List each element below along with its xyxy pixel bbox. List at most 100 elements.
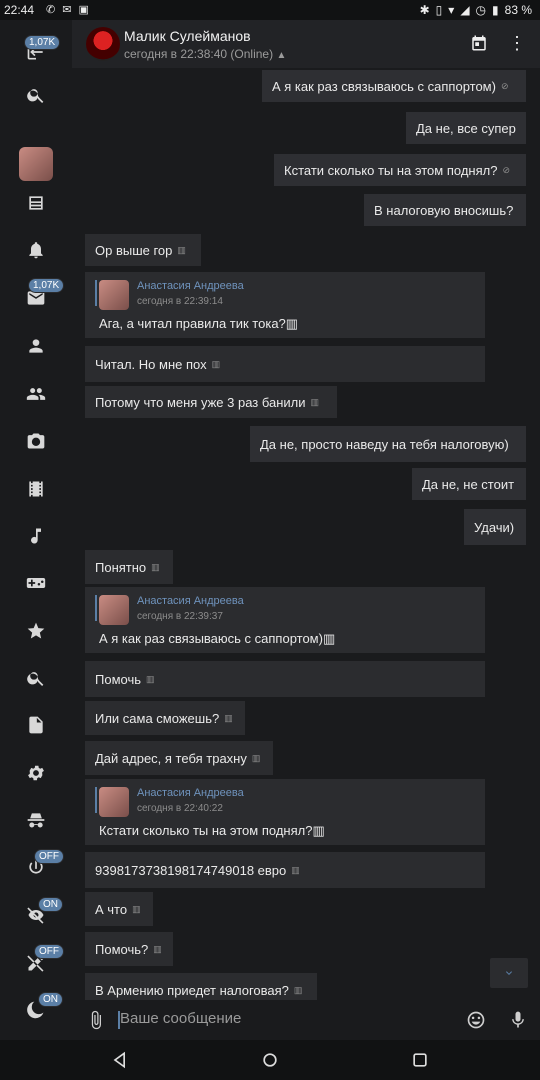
toggle-badge-1: OFF [34, 849, 64, 864]
camera-icon[interactable] [18, 423, 54, 459]
toggle-badge-2: ON [38, 897, 63, 912]
quoted-message[interactable]: Анастасия Андреева сегодня в 22:39:14 Аг… [85, 272, 485, 338]
message-bubble[interactable]: А что ▥ [85, 892, 153, 926]
message-bubble[interactable]: 939817373819817474​9018 евро ▥ [85, 852, 485, 888]
message-text: Дай адрес, я тебя трахну [95, 750, 247, 766]
delete-icon[interactable]: ▥ [312, 823, 324, 838]
home-icon[interactable] [260, 1050, 280, 1070]
message-bubble[interactable]: Помочь ▥ [85, 661, 485, 697]
bell-icon[interactable] [18, 232, 54, 268]
message-bubble[interactable]: Читал. Но мне пох ▥ [85, 346, 485, 382]
scroll-down-button[interactable] [490, 958, 528, 988]
search-icon-2[interactable] [18, 660, 54, 696]
quote-author: Анастасия Андреева [137, 787, 244, 799]
status-time: 22:44 [4, 3, 35, 17]
message-text: Кстати сколько ты на этом поднял? [284, 162, 498, 178]
android-icon: ▲ [276, 50, 287, 61]
message-text: 939817373819817474​9018 евро [95, 862, 287, 878]
calendar-icon[interactable] [470, 34, 488, 52]
message-text: Кстати сколько ты на этом поднял?▥ [99, 823, 325, 838]
back-icon[interactable] [110, 1050, 130, 1070]
search-icon[interactable] [18, 77, 54, 113]
gear-icon[interactable] [18, 755, 54, 791]
message-text: Да не, все супер [416, 120, 516, 136]
delete-icon[interactable]: ▥ [212, 359, 221, 370]
more-menu-icon[interactable]: ⋮ [508, 34, 526, 54]
attach-icon[interactable] [86, 1010, 106, 1030]
notification-icons: ✆ ✉ ▣ [46, 4, 91, 16]
microphone-icon[interactable] [508, 1010, 528, 1030]
delete-icon[interactable]: ▥ [294, 985, 303, 996]
quote-bar [95, 787, 97, 813]
person-icon[interactable] [18, 328, 54, 364]
message-text: Понятно [95, 559, 147, 575]
quote-avatar [99, 595, 129, 625]
quote-bar [95, 280, 97, 306]
message-bubble[interactable]: Да не, просто наведу на тебя налоговую) [250, 426, 526, 462]
video-icon[interactable] [18, 471, 54, 507]
message-input-bar: Ваше сообщение [72, 1000, 540, 1040]
chevron-down-icon [506, 971, 512, 975]
message-bubble[interactable]: Помочь? ▥ [85, 932, 173, 966]
delete-icon[interactable]: ▥ [151, 562, 160, 573]
message-bubble[interactable]: Понятно ▥ [85, 550, 173, 584]
message-bubble[interactable]: Кстати сколько ты на этом поднял? ⊘ [274, 154, 526, 186]
news-icon[interactable] [18, 185, 54, 221]
delete-icon[interactable]: ▥ [177, 245, 186, 256]
quoted-message[interactable]: Анастасия Андреева сегодня в 22:40:22 Кс… [85, 779, 485, 845]
star-icon[interactable] [18, 613, 54, 649]
message-text: Ага, а читал правила тик тока?▥ [99, 316, 299, 331]
quote-time: сегодня в 22:40:22 [137, 803, 223, 814]
delete-icon[interactable]: ▥ [153, 944, 162, 955]
message-text: Удачи) [474, 519, 515, 535]
message-bubble[interactable]: Дай адрес, я тебя трахну ▥ [85, 741, 273, 775]
sent-icon: ⊘ [500, 80, 509, 91]
message-text: Да не, не стоит [422, 476, 515, 492]
contact-name[interactable]: Малик Сулейманов [124, 28, 251, 44]
battery-percent: 83 % [504, 3, 532, 17]
message-input[interactable]: Ваше сообщение [120, 1010, 241, 1027]
system-nav-bar [0, 1040, 540, 1080]
toggle-badge-4: ON [38, 992, 63, 1007]
delete-icon[interactable]: ▥ [323, 631, 335, 646]
message-bubble[interactable]: Или сама сможешь? ▥ [85, 701, 245, 735]
status-bar: 22:44 ✆ ✉ ▣ ✱ ▯ ▾ ◢ ◷ ▮ 83 % [0, 0, 540, 20]
quote-time: сегодня в 22:39:14 [137, 296, 223, 307]
delete-icon[interactable]: ▥ [252, 753, 261, 764]
battery-icon: ▮ [492, 3, 499, 17]
message-text: В Армению приедет налоговая? [95, 982, 289, 998]
delete-icon[interactable]: ▥ [146, 674, 155, 685]
message-text: Читал. Но мне пох [95, 356, 207, 372]
incognito-icon[interactable] [18, 802, 54, 838]
message-bubble[interactable]: Да не, не стоит [412, 468, 526, 500]
message-bubble[interactable]: Да не, все супер [406, 112, 526, 144]
contact-avatar[interactable] [86, 27, 120, 61]
message-bubble[interactable]: А я как раз связываюсь с саппортом) ⊘ [262, 70, 526, 102]
contact-status: сегодня в 22:38:40 (Online) ▲ [124, 47, 287, 61]
message-text: Да не, просто наведу на тебя налоговую) [260, 436, 509, 452]
delete-icon[interactable]: ▥ [311, 397, 320, 408]
gamepad-icon[interactable] [18, 565, 54, 601]
friends-icon[interactable] [18, 376, 54, 412]
vibrate-icon: ▯ [435, 3, 443, 17]
quote-bar [95, 595, 97, 621]
delete-icon[interactable]: ▥ [286, 316, 298, 331]
delete-icon[interactable]: ▥ [224, 713, 233, 724]
message-bubble[interactable]: Удачи) [464, 509, 526, 545]
profile-avatar[interactable] [19, 147, 53, 181]
message-text: Или сама сможешь? [95, 710, 220, 726]
message-bubble[interactable]: В Армению приедет налоговая? ▥ [85, 973, 317, 1002]
quoted-message[interactable]: Анастасия Андреева сегодня в 22:39:37 А … [85, 587, 485, 653]
chat-area[interactable]: А я как раз связываюсь с саппортом) ⊘ Да … [72, 68, 540, 1002]
quote-avatar [99, 280, 129, 310]
emoji-icon[interactable] [466, 1010, 486, 1030]
message-bubble[interactable]: Ор выше гор ▥ [85, 234, 201, 266]
delete-icon[interactable]: ▥ [132, 904, 141, 915]
message-bubble[interactable]: Потому что меня уже 3 раз банили ▥ [85, 386, 337, 418]
delete-icon[interactable]: ▥ [291, 865, 300, 876]
document-icon[interactable] [18, 707, 54, 743]
message-text: Помочь? [95, 941, 149, 957]
music-icon[interactable] [18, 518, 54, 554]
recents-icon[interactable] [410, 1050, 430, 1070]
message-bubble[interactable]: В налоговую вносишь? [364, 194, 526, 226]
